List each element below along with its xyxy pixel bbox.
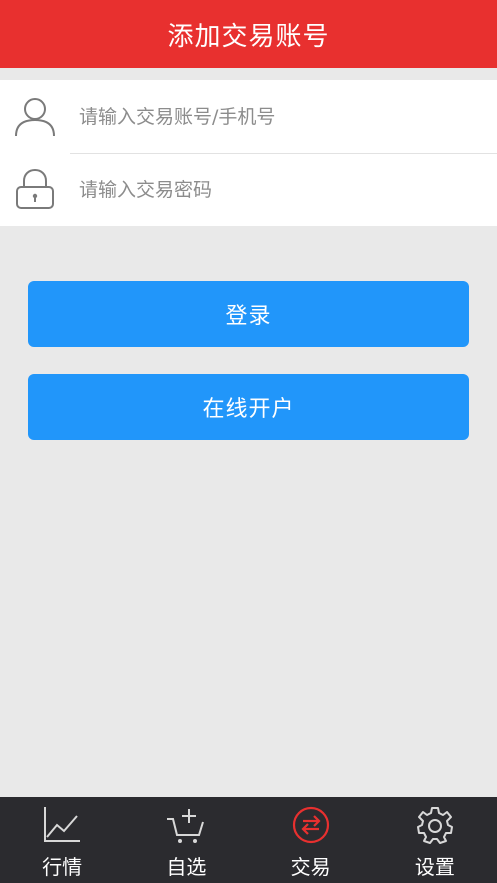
tab-settings[interactable]: 设置 <box>373 797 497 883</box>
password-field <box>0 153 497 226</box>
lock-icon <box>16 168 54 209</box>
open-account-button[interactable]: 在线开户 <box>28 374 469 440</box>
account-input[interactable] <box>79 97 469 137</box>
tab-market[interactable]: 行情 <box>0 797 124 883</box>
chart-icon <box>44 807 81 842</box>
user-icon <box>15 98 55 137</box>
exchange-icon <box>292 806 329 844</box>
password-input[interactable] <box>79 170 469 210</box>
login-button[interactable]: 登录 <box>28 281 469 347</box>
tab-watchlist[interactable]: 自选 <box>124 797 248 883</box>
tab-label: 行情 <box>42 855 83 879</box>
tab-label: 交易 <box>290 855 331 879</box>
tab-label: 设置 <box>414 855 455 879</box>
login-form <box>0 80 497 226</box>
page-title: 添加交易账号 <box>167 21 330 52</box>
account-field <box>0 80 497 153</box>
cart-add-icon <box>167 809 205 843</box>
bottom-tab-bar: 行情 自选 交易 设置 <box>0 797 497 883</box>
tab-trade[interactable]: 交易 <box>249 797 373 883</box>
header-bar: 添加交易账号 <box>0 0 497 68</box>
tab-label: 自选 <box>166 855 207 879</box>
gear-icon <box>416 807 453 844</box>
